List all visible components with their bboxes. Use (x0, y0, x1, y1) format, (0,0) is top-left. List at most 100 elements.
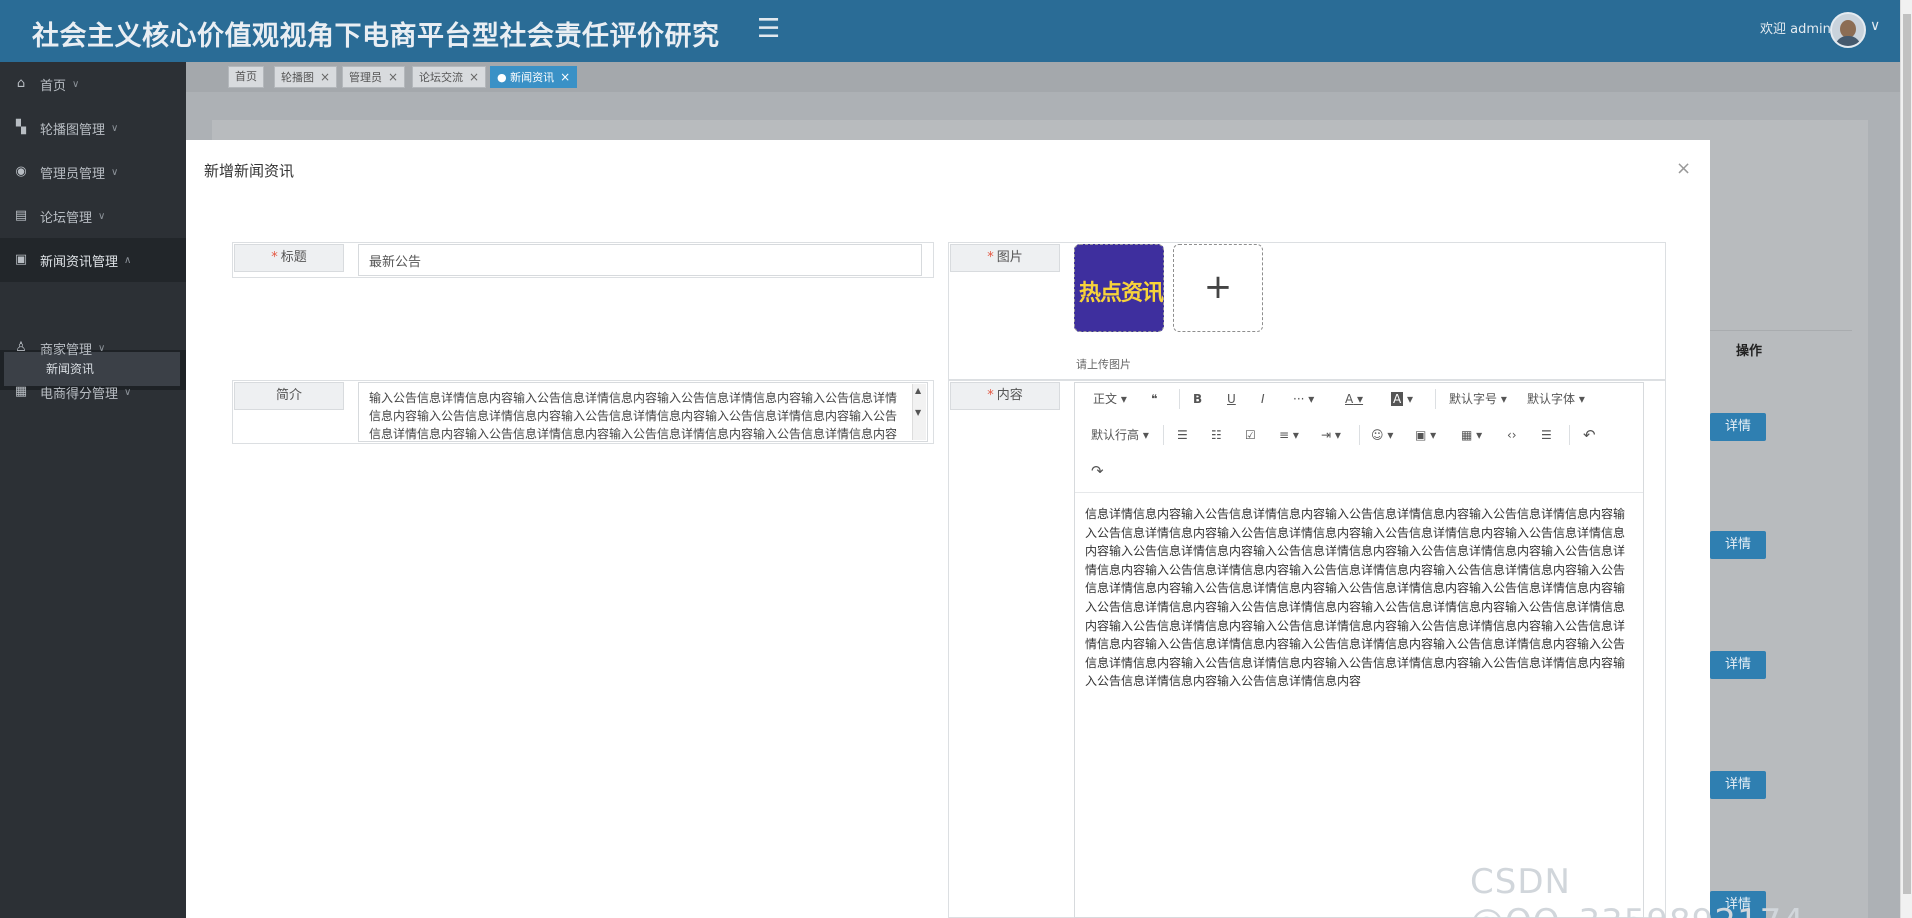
sidebar: ⌂ 首页 ∨ ▚ 轮播图管理 ∨ ◉ 管理员管理 ∨ ▤ 论坛管理 ∨ ▣ 新闻… (0, 62, 186, 918)
line-height-label: 默认行高 (1091, 428, 1140, 442)
paragraph-select[interactable]: 正文 ▾ (1093, 389, 1127, 409)
close-icon[interactable]: × (320, 70, 330, 84)
scrollbar-thumb[interactable] (1903, 14, 1911, 894)
toolbar-divider (1569, 425, 1570, 445)
sidebar-item-label: 管理员管理 (40, 166, 106, 182)
sidebar-item-news[interactable]: ▣ 新闻资讯管理 ∧ (0, 238, 186, 282)
add-news-dialog: 新增新闻资讯 × *标题 *图片 热点资讯 + 请上传图片 简介 输入公告信息详… (186, 140, 1710, 918)
table-icon: ▦ (1461, 428, 1473, 442)
tab-admins[interactable]: 管理员 × (342, 66, 406, 88)
scroll-down-icon[interactable]: ▼ (915, 408, 921, 417)
font-family-select[interactable]: 默认字体 ▾ (1527, 389, 1585, 409)
merchant-icon: ♙ (15, 340, 27, 355)
carousel-icon: ▚ (16, 120, 26, 135)
sidebar-item-admins[interactable]: ◉ 管理员管理 ∨ (0, 150, 186, 194)
divider-icon[interactable]: ☰ (1541, 425, 1552, 445)
detail-button[interactable]: 详情 (1710, 531, 1766, 559)
underline-button[interactable]: U (1227, 389, 1236, 409)
uploaded-image-thumbnail[interactable]: 热点资讯 (1074, 244, 1164, 332)
content-label-text: 内容 (996, 388, 1023, 403)
required-mark: * (987, 388, 994, 403)
detail-button[interactable]: 详情 (1710, 651, 1766, 679)
operation-column-header: 操作 (1736, 344, 1763, 359)
insert-image-button[interactable]: ▣ ▾ (1415, 425, 1436, 445)
chevron-down-icon: ∨ (98, 342, 106, 354)
tab-home[interactable]: 首页 (228, 66, 264, 88)
numbered-list-icon[interactable]: ☷ (1211, 425, 1222, 445)
background-color-icon: A (1391, 392, 1404, 406)
avatar[interactable] (1830, 12, 1866, 48)
close-icon[interactable]: × (560, 70, 570, 84)
tab-label: 论坛交流 (419, 71, 463, 84)
bullet-list-icon[interactable]: ☰ (1177, 425, 1188, 445)
tab-news[interactable]: ● 新闻资讯 × (490, 66, 578, 88)
insert-table-button[interactable]: ▦ ▾ (1461, 425, 1482, 445)
title-input[interactable] (358, 244, 922, 276)
watermark-text: CSDN @QQ_3359892174 (1470, 862, 1804, 918)
sidebar-item-label: 电商得分管理 (40, 386, 119, 402)
detail-button[interactable]: 详情 (1710, 413, 1766, 441)
undo-icon[interactable]: ↶ (1583, 425, 1596, 445)
close-icon[interactable]: × (469, 70, 479, 84)
sidebar-item-label: 轮播图管理 (40, 122, 106, 138)
sidebar-item-merchants[interactable]: ♙ 商家管理 ∨ (0, 326, 186, 370)
font-size-label: 默认字号 (1449, 392, 1498, 406)
chevron-down-icon: ∨ (111, 122, 119, 134)
sidebar-item-carousel[interactable]: ▚ 轮播图管理 ∨ (0, 106, 186, 150)
bold-button[interactable]: B (1193, 389, 1202, 409)
background-color-button[interactable]: A ▾ (1391, 389, 1413, 409)
emoji-icon: ☺ (1371, 428, 1384, 442)
textarea-scrollbar[interactable]: ▲ ▼ (912, 384, 926, 440)
editor-content[interactable]: 信息详情信息内容输入公告信息详情信息内容输入公告信息详情信息内容输入公告信息详情… (1085, 505, 1635, 691)
indent-icon: ⇥ (1321, 428, 1332, 442)
more-styles-button[interactable]: ··· ▾ (1293, 389, 1314, 409)
detail-button[interactable]: 详情 (1710, 771, 1766, 799)
required-mark: * (987, 250, 994, 265)
code-icon[interactable]: ‹› (1507, 425, 1517, 445)
align-button[interactable]: ≡ ▾ (1279, 425, 1299, 445)
tab-bar: 首页 轮播图 × 管理员 × 论坛交流 × ● 新闻资讯 × (186, 62, 1900, 92)
score-icon: ▦ (14, 384, 28, 399)
italic-button[interactable]: I (1261, 389, 1265, 409)
toolbar-divider (1179, 389, 1180, 409)
tab-carousel[interactable]: 轮播图 × (274, 66, 338, 88)
chevron-down-icon: ∨ (72, 78, 80, 90)
image-label-text: 图片 (996, 250, 1023, 265)
sidebar-item-label: 新闻资讯管理 (40, 254, 119, 270)
image-hint: 请上传图片 (1076, 358, 1131, 371)
sidebar-item-label: 商家管理 (40, 342, 93, 358)
scroll-up-icon[interactable]: ▲ (915, 386, 921, 395)
news-icon: ▣ (14, 252, 28, 267)
close-icon[interactable]: × (388, 70, 398, 84)
more-icon: ··· (1293, 392, 1305, 406)
hamburger-icon[interactable]: ☰ (757, 14, 780, 44)
font-color-button[interactable]: A ▾ (1345, 389, 1363, 409)
tab-label: 管理员 (349, 71, 382, 84)
tab-label: 首页 (235, 70, 257, 83)
redo-icon[interactable]: ↷ (1091, 461, 1104, 481)
todo-list-icon[interactable]: ☑ (1245, 425, 1256, 445)
title-label: * 标题 (234, 244, 344, 272)
font-size-select[interactable]: 默认字号 ▾ (1449, 389, 1507, 409)
forum-icon: ▤ (14, 208, 28, 223)
chevron-down-icon[interactable]: ∨ (1870, 18, 1880, 34)
upload-image-button[interactable]: + (1173, 244, 1263, 332)
line-height-select[interactable]: 默认行高 ▾ (1091, 425, 1149, 445)
sidebar-item-label: 论坛管理 (40, 210, 93, 226)
tab-forum[interactable]: 论坛交流 × (412, 66, 487, 88)
emoji-button[interactable]: ☺ ▾ (1371, 425, 1393, 445)
rich-text-editor[interactable]: 正文 ▾ ❝ B U I ··· ▾ A ▾ A ▾ 默认字号 ▾ 默认字体 ▾… (1074, 382, 1644, 918)
indent-button[interactable]: ⇥ ▾ (1321, 425, 1341, 445)
image-label: * 图片 (950, 244, 1060, 272)
sidebar-item-home[interactable]: ⌂ 首页 ∨ (0, 62, 186, 106)
toolbar-divider (1359, 425, 1360, 445)
page-scrollbar[interactable] (1900, 0, 1912, 918)
sidebar-item-scores[interactable]: ▦ 电商得分管理 ∨ (0, 370, 186, 414)
tab-label: 轮播图 (281, 71, 314, 84)
sidebar-item-forum[interactable]: ▤ 论坛管理 ∨ (0, 194, 186, 238)
welcome-text: 欢迎 admin (1760, 22, 1831, 37)
chevron-down-icon: ∨ (98, 210, 106, 222)
intro-textarea[interactable]: 输入公告信息详情信息内容输入公告信息详情信息内容输入公告信息详情信息内容输入公告… (358, 382, 928, 442)
quote-icon[interactable]: ❝ (1151, 389, 1157, 409)
close-icon[interactable]: × (1676, 158, 1691, 179)
